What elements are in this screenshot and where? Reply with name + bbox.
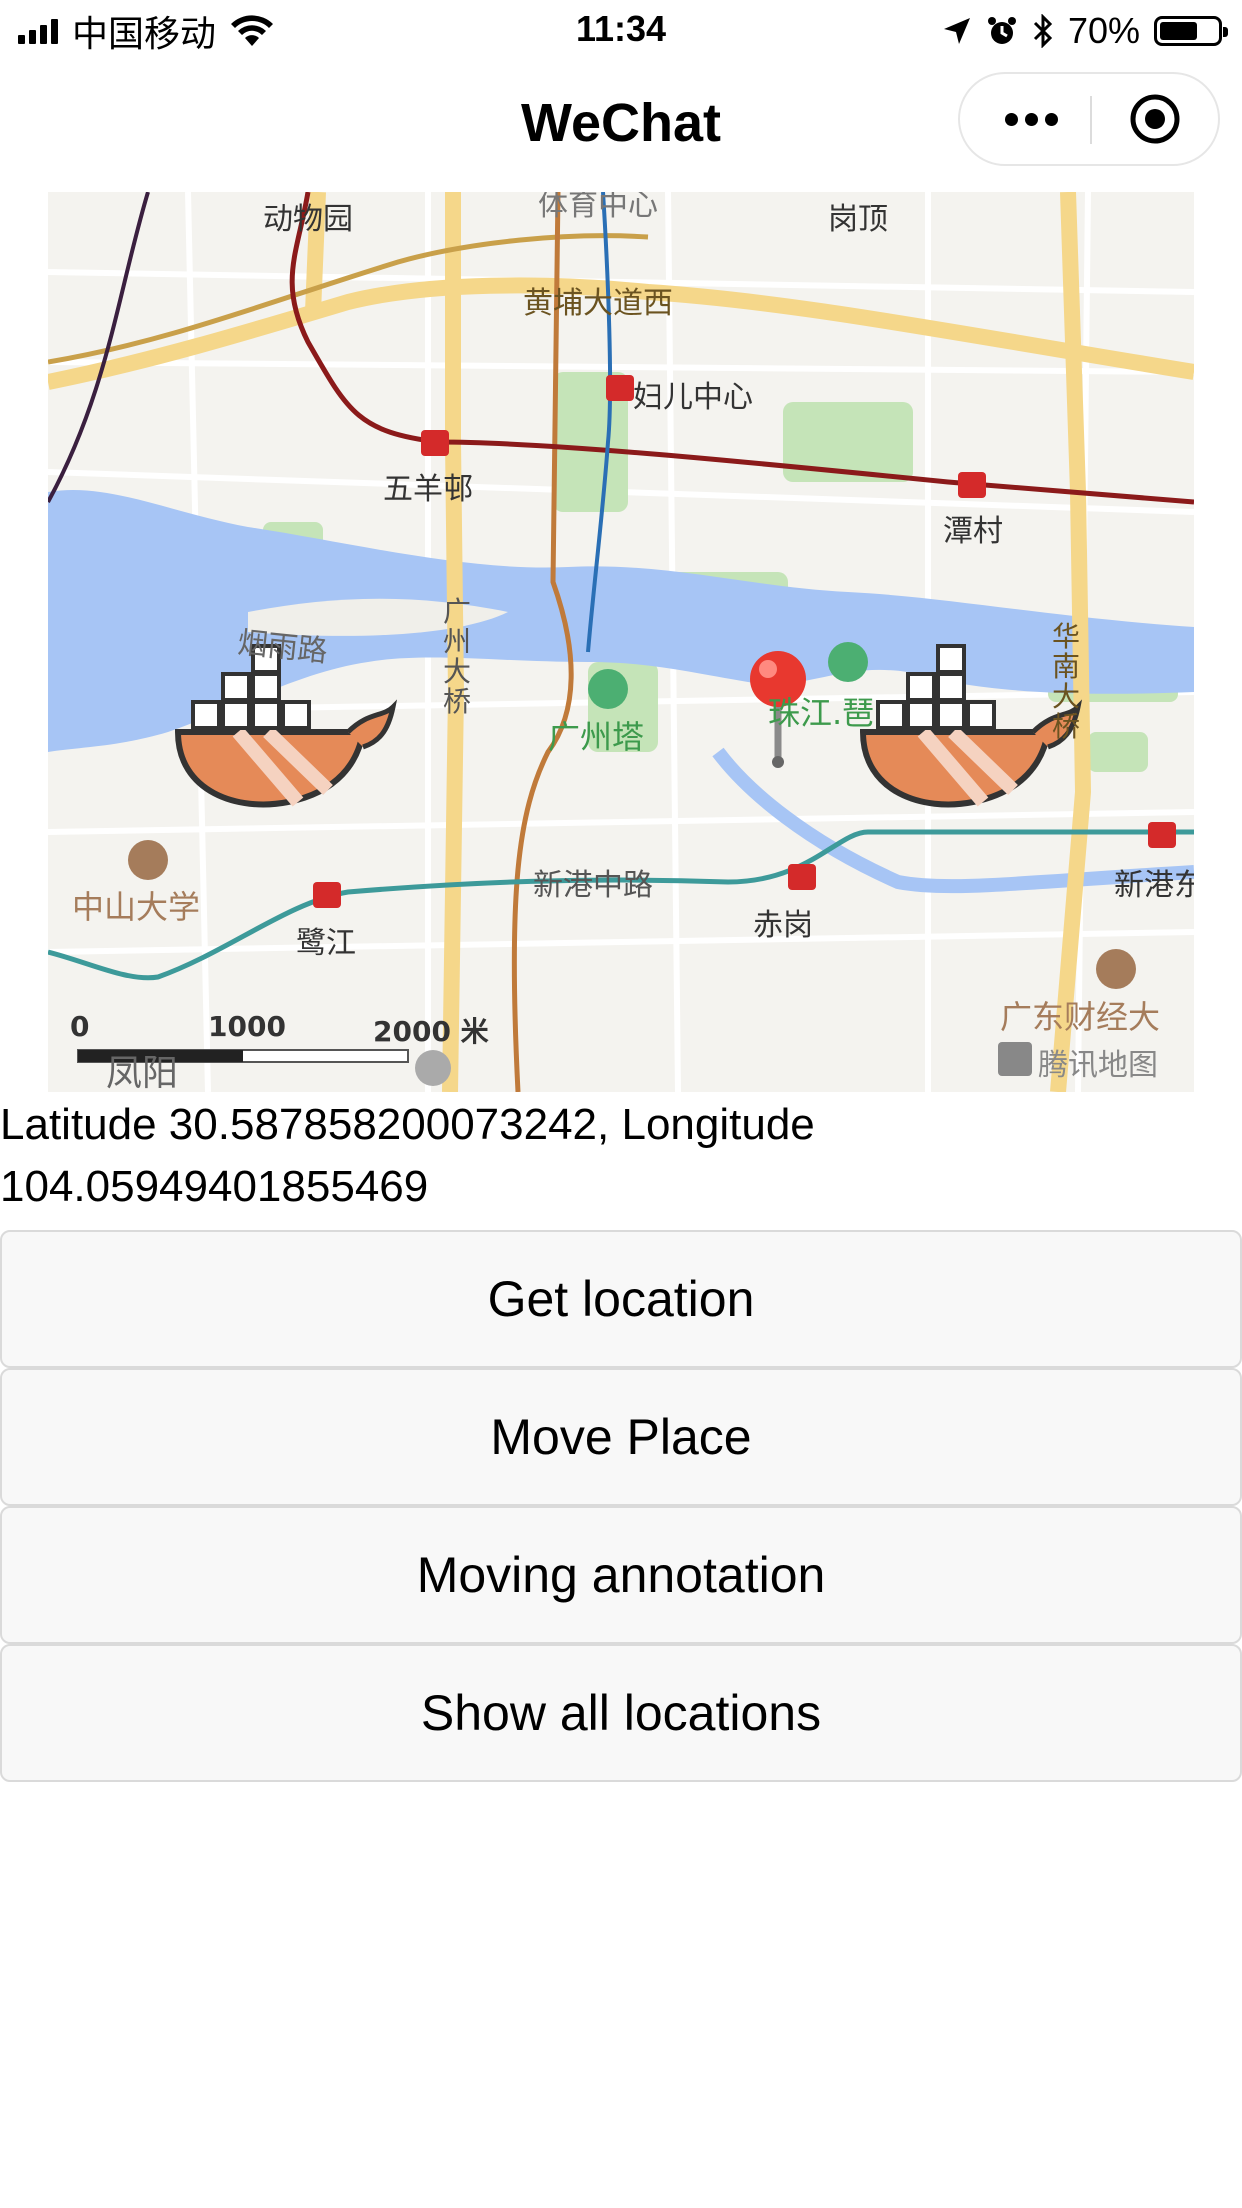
battery-icon: [1154, 16, 1228, 46]
location-readout: Latitude 30.587858200073242, Longitude 1…: [0, 1100, 815, 1211]
capsule-divider: [1090, 96, 1092, 144]
map-label-zhongshan: 中山大学: [72, 888, 201, 926]
map-label-tancun: 潭村: [943, 514, 1003, 549]
map-view[interactable]: 动物园 体育中心 岗顶 黄埔大道西 妇儿中心 五羊邨 潭村 烟雨路 广州大桥 广…: [48, 192, 1194, 1092]
location-arrow-icon: [943, 18, 970, 44]
show-all-locations-button[interactable]: Show all locations: [0, 1644, 1242, 1782]
get-location-button[interactable]: Get location: [0, 1230, 1242, 1368]
battery-percent: 70%: [1067, 10, 1140, 51]
map-label-caijing: 广东财经大: [1000, 998, 1161, 1036]
map-label-huangpu: 黄埔大道西: [523, 286, 673, 321]
map-label-chigang: 赤岗: [753, 908, 813, 943]
scale-tick-0: 0: [70, 1010, 90, 1043]
map-label-gangding: 岗顶: [828, 202, 888, 237]
map-watermark: 腾讯地图: [1038, 1048, 1158, 1083]
map-label-xingang: 新港中路: [533, 868, 653, 903]
map-label-yanyu: 烟雨路: [236, 625, 330, 670]
move-place-button[interactable]: Move Place: [0, 1368, 1242, 1506]
moving-annotation-button[interactable]: Moving annotation: [0, 1506, 1242, 1644]
map-label-canton-tower: 广州塔: [548, 718, 645, 756]
scale-tick-1000: 1000: [208, 1010, 286, 1043]
map-label-wuyang: 五羊邨: [383, 472, 473, 507]
map-label-zhujiang: 珠江.琶: [768, 694, 875, 732]
scale-tick-2000: 2000 米: [373, 1015, 489, 1048]
map-label-xingang-east: 新港东: [1114, 868, 1194, 903]
map-label-fuer: 妇儿中心: [633, 380, 753, 415]
map-label-zoo: 动物园: [263, 202, 353, 237]
map-canvas: [48, 192, 1194, 1092]
status-right: 70%: [942, 8, 1228, 54]
status-bar: 中国移动 11:34 70%: [0, 0, 1242, 62]
alarm-icon: [987, 17, 1016, 44]
metro-line-teal: [48, 829, 1194, 981]
map-label-huanan: 华南大桥: [1052, 620, 1081, 743]
bluetooth-icon: [1033, 14, 1053, 48]
map-label-lujiang: 鹭江: [296, 926, 356, 961]
map-label-gz-bridge: 广州大桥: [443, 595, 472, 718]
target-circle-icon[interactable]: [1128, 92, 1182, 146]
more-dots-icon[interactable]: [996, 74, 1066, 164]
nav-bar: WeChat: [0, 62, 1242, 190]
map-label-fengyang: 凤阳: [106, 1053, 179, 1092]
map-label-sports: 体育中心: [538, 192, 658, 223]
capsule-menu: [958, 72, 1220, 166]
